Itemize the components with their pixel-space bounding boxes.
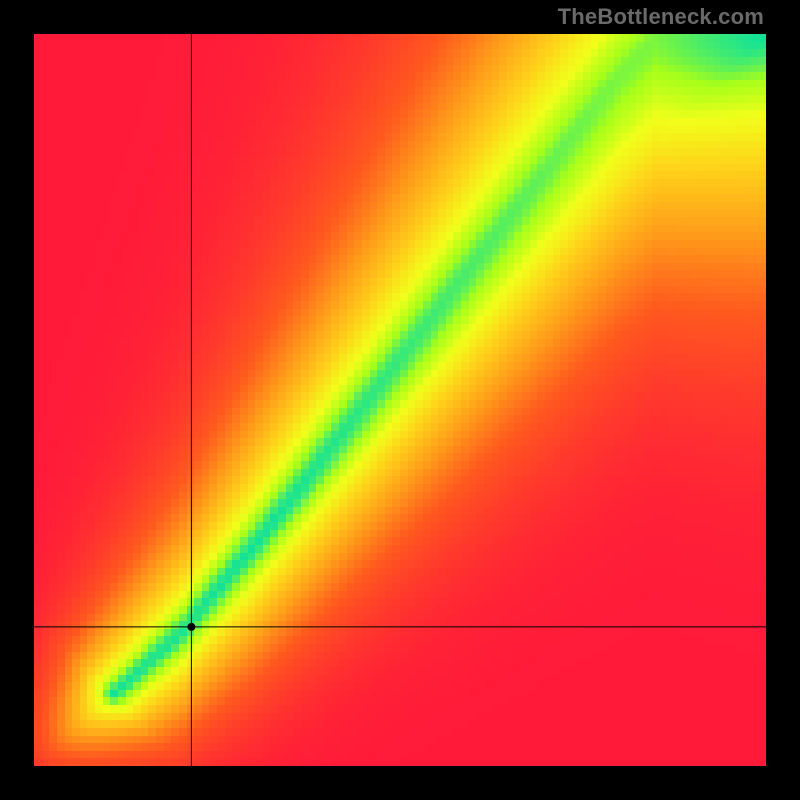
chart-frame: TheBottleneck.com	[0, 0, 800, 800]
bottleneck-heatmap	[34, 34, 766, 766]
watermark-text: TheBottleneck.com	[558, 4, 764, 30]
